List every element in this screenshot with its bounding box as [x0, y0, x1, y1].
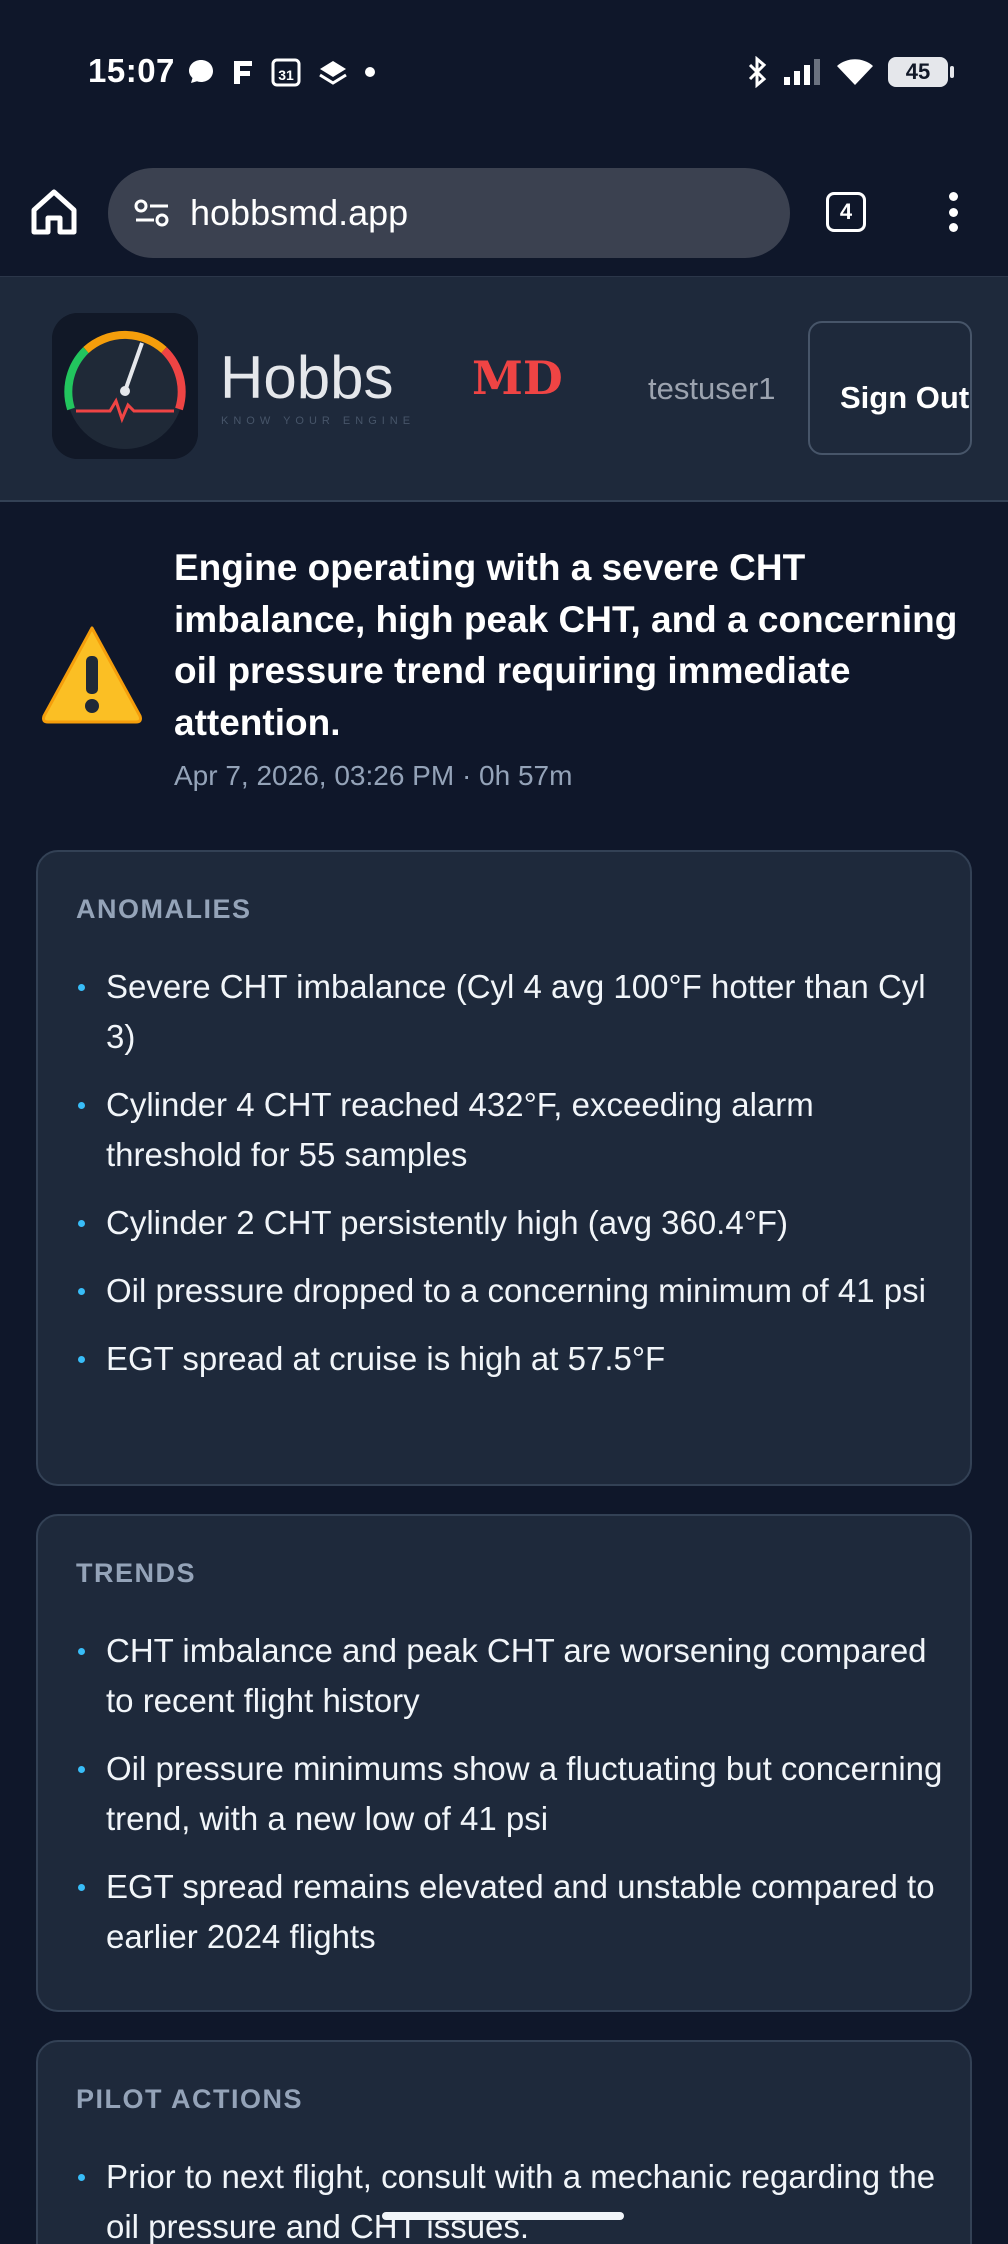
tab-switcher-button[interactable]: 4	[826, 192, 866, 232]
status-icons-left: 31	[186, 56, 376, 88]
dot-icon	[365, 67, 375, 77]
trends-card: TRENDS CHT imbalance and peak CHT are wo…	[36, 1514, 972, 2012]
url-text: hobbsmd.app	[190, 192, 409, 233]
overflow-menu-icon[interactable]	[938, 186, 968, 238]
gauge-logo-icon[interactable]	[52, 313, 198, 459]
summary-meta: Apr 7, 2026, 03:26 PM · 0h 57m	[174, 760, 573, 791]
list-item: EGT spread at cruise is high at 57.5°F	[76, 1334, 956, 1384]
trends-list: CHT imbalance and peak CHT are worsening…	[76, 1626, 956, 1980]
list-item: Cylinder 4 CHT reached 432°F, exceeding …	[76, 1080, 956, 1180]
messenger-icon	[189, 60, 213, 83]
battery-level: 45	[905, 59, 931, 84]
status-icons-right: 45	[746, 56, 954, 88]
app-header: Hobbs KNOW YOUR ENGINE MD testuser1 Sign…	[0, 276, 1008, 502]
list-item: Oil pressure dropped to a concerning min…	[76, 1266, 956, 1316]
stack-icon	[319, 61, 347, 85]
list-item: Cylinder 2 CHT persistently high (avg 36…	[76, 1198, 956, 1248]
f-app-icon	[234, 61, 252, 84]
flight-summary: Engine operating with a severe CHT imbal…	[0, 502, 1008, 832]
site-settings-icon[interactable]	[134, 198, 170, 228]
calendar-icon: 31	[271, 58, 301, 87]
signal-icon	[784, 59, 820, 85]
brand-tagline: KNOW YOUR ENGINE	[221, 415, 416, 427]
gesture-home-bar[interactable]	[382, 2212, 624, 2220]
summary-headline: Engine operating with a severe CHT imbal…	[174, 547, 958, 743]
username: testuser1	[648, 371, 776, 406]
list-item: Oil pressure minimums show a fluctuating…	[76, 1744, 956, 1844]
calendar-day: 31	[278, 67, 294, 83]
list-item: Severe CHT imbalance (Cyl 4 avg 100°F ho…	[76, 962, 956, 1062]
browser-toolbar: hobbsmd.app 4	[0, 150, 1008, 276]
list-item: EGT spread remains elevated and unstable…	[76, 1862, 956, 1962]
warning-icon	[42, 626, 142, 724]
pilot-actions-title: PILOT ACTIONS	[76, 2084, 303, 2114]
trends-title: TRENDS	[76, 1558, 197, 1588]
list-item: Prior to next flight, consult with a mec…	[76, 2152, 956, 2244]
pilot-actions-list: Prior to next flight, consult with a mec…	[76, 2152, 956, 2244]
status-bar: 15:07 31 45	[0, 0, 1008, 150]
sign-out-button[interactable]: Sign Out	[808, 321, 972, 455]
battery-icon: 45	[888, 57, 954, 87]
list-item: CHT imbalance and peak CHT are worsening…	[76, 1626, 956, 1726]
status-time: 15:07	[88, 52, 175, 89]
address-bar[interactable]: hobbsmd.app	[108, 168, 790, 258]
brand-suffix: MD	[472, 351, 563, 405]
wifi-icon	[837, 59, 873, 85]
brand-name: Hobbs	[220, 344, 394, 411]
anomalies-title: ANOMALIES	[76, 894, 252, 924]
home-icon[interactable]	[28, 186, 80, 238]
anomalies-card: ANOMALIES Severe CHT imbalance (Cyl 4 av…	[36, 850, 972, 1486]
bluetooth-icon	[748, 56, 767, 88]
anomalies-list: Severe CHT imbalance (Cyl 4 avg 100°F ho…	[76, 962, 956, 1402]
